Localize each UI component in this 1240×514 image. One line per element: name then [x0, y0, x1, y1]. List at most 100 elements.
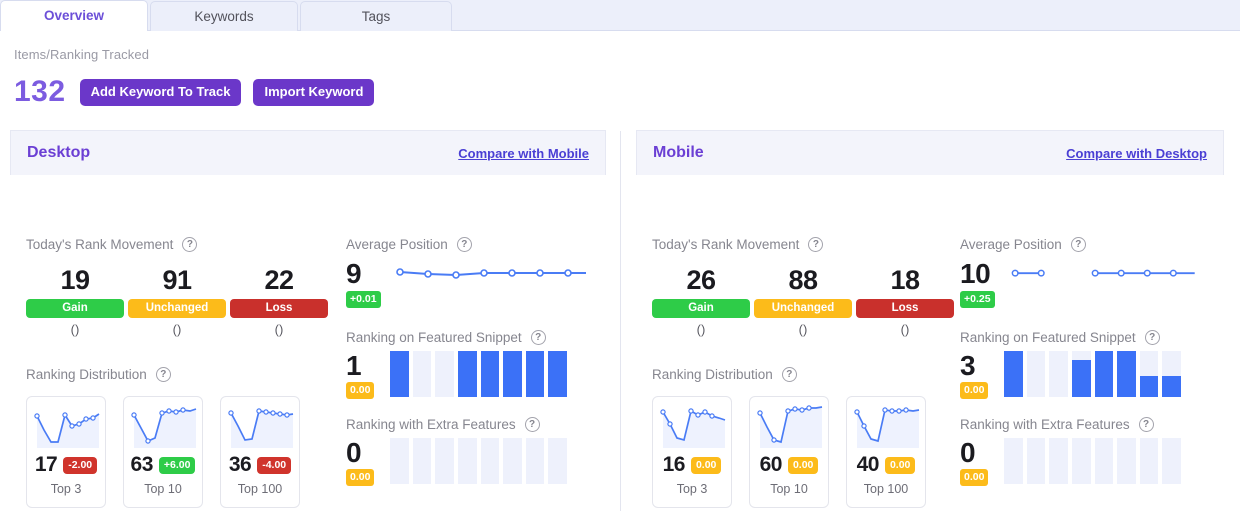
- bar-slot: [503, 351, 522, 397]
- bar-background: [1026, 351, 1046, 397]
- section-title: Average Position: [346, 237, 448, 252]
- rank-movement-value: 91: [162, 265, 192, 295]
- desktop-panel-title: Desktop: [27, 144, 91, 161]
- help-icon[interactable]: ?: [530, 330, 546, 345]
- tab-keywords[interactable]: Keywords: [150, 1, 298, 31]
- bar-slot: [457, 351, 477, 397]
- bar-background: [1049, 438, 1068, 484]
- bar-slot: [1139, 438, 1159, 484]
- rank-movement-gain-cell: 26 Gain (): [652, 266, 750, 337]
- status-badge: Gain: [652, 299, 750, 318]
- import-keyword-button[interactable]: Import Keyword: [253, 78, 375, 106]
- bar-background: [1049, 351, 1068, 397]
- desktop-average-position-row: 9 +0.01: [346, 260, 590, 308]
- extra-features-bar-chart: [1004, 438, 1181, 484]
- items-ranking-tracked-label: Items/Ranking Tracked: [14, 47, 150, 62]
- help-icon[interactable]: ?: [1144, 330, 1160, 345]
- extra-features-value-block: 0 0.00: [960, 438, 1004, 486]
- desktop-extra-features-row: 0 0.00: [346, 438, 590, 486]
- bar-slot: [548, 438, 567, 484]
- rank-movement-sub: (): [900, 322, 910, 337]
- distribution-card-top10[interactable]: 60 0.00 Top 10: [749, 396, 829, 508]
- help-icon[interactable]: ?: [155, 367, 171, 382]
- mobile-featured-snippet-heading: Ranking on Featured Snippet ?: [960, 330, 1204, 345]
- status-badge: Loss: [230, 299, 328, 318]
- bar-slot: [412, 351, 432, 397]
- featured-snippet-bar-chart: [390, 351, 567, 397]
- bar-slot: [1004, 438, 1023, 484]
- bar-background: [1004, 438, 1023, 484]
- desktop-rank-movement-section: Today's Rank Movement ? 19 Gain () 91 Un…: [26, 237, 328, 337]
- help-icon[interactable]: ?: [456, 237, 472, 252]
- rank-movement-value: 19: [60, 265, 90, 295]
- distribution-card-top100[interactable]: 36 -4.00 Top 100: [220, 396, 300, 508]
- distribution-card-top100[interactable]: 40 0.00 Top 100: [846, 396, 926, 508]
- distribution-card-top3[interactable]: 16 0.00 Top 3: [652, 396, 732, 508]
- bar-slot: [525, 351, 545, 397]
- desktop-rank-movement-cells: 19 Gain () 91 Unchanged () 22 Loss (): [26, 266, 328, 337]
- desktop-distribution-cards: 17 -2.00 Top 3 63 +6.00 Top 10 36 -4.00 …: [26, 396, 300, 508]
- bar-slot: [503, 438, 522, 484]
- rank-movement-loss-cell: 22 Loss (): [230, 266, 328, 337]
- distribution-label: Top 100: [863, 482, 909, 496]
- bar-slot: [1049, 438, 1068, 484]
- bar-background: [435, 351, 454, 397]
- tab-tags[interactable]: Tags: [300, 1, 452, 31]
- desktop-right-column: Average Position ? 9 +0.01 Ranking on Fe…: [346, 237, 590, 486]
- bar-background: [1071, 438, 1091, 484]
- compare-with-desktop-link[interactable]: Compare with Desktop: [1066, 146, 1207, 161]
- bar-background: [435, 438, 454, 484]
- help-icon[interactable]: ?: [182, 237, 198, 252]
- bar-slot: [1162, 438, 1181, 484]
- help-icon[interactable]: ?: [808, 237, 824, 252]
- distribution-value-row: 40 0.00: [853, 454, 919, 476]
- bar-slot: [1094, 438, 1114, 484]
- add-keyword-to-track-button[interactable]: Add Keyword To Track: [79, 78, 242, 106]
- section-title: Ranking with Extra Features: [960, 417, 1130, 432]
- mobile-panel-header: Mobile Compare with Desktop: [636, 130, 1224, 175]
- help-icon[interactable]: ?: [1070, 237, 1086, 252]
- bar-fill: [503, 351, 522, 397]
- desktop-ranking-distribution-section: Ranking Distribution ? 17 -2.00 Top 3 63…: [26, 367, 300, 508]
- delta-chip: 0.00: [884, 456, 916, 474]
- desktop-panel-header: Desktop Compare with Mobile: [10, 130, 606, 175]
- delta-chip: 0.00: [346, 469, 375, 486]
- desktop-featured-snippet-section: Ranking on Featured Snippet ? 1 0.00: [346, 330, 590, 399]
- bar-slot: [457, 438, 477, 484]
- compare-with-mobile-link[interactable]: Compare with Mobile: [458, 146, 589, 161]
- help-icon[interactable]: ?: [781, 367, 797, 382]
- distribution-card-top3[interactable]: 17 -2.00 Top 3: [26, 396, 106, 508]
- sparkline-chart: [228, 408, 294, 448]
- bar-fill: [1004, 351, 1023, 397]
- sparkline-chart: [34, 412, 100, 448]
- section-title: Average Position: [960, 237, 1062, 252]
- mobile-panel: Mobile Compare with Desktop Today's Rank…: [636, 130, 1224, 514]
- distribution-value: 63: [130, 453, 154, 476]
- help-icon[interactable]: ?: [1138, 417, 1154, 432]
- delta-chip: -2.00: [63, 456, 98, 474]
- tracked-summary-row: 132 Add Keyword To Track Import Keyword: [14, 76, 375, 108]
- desktop-average-position-heading: Average Position ?: [346, 237, 590, 252]
- help-icon[interactable]: ?: [524, 417, 540, 432]
- distribution-card-top10[interactable]: 63 +6.00 Top 10: [123, 396, 203, 508]
- average-position-value-block: 10 +0.25: [960, 260, 1004, 308]
- bar-slot: [412, 438, 432, 484]
- delta-chip: 0.00: [690, 456, 722, 474]
- status-badge: Loss: [856, 299, 954, 318]
- distribution-label: Top 10: [770, 482, 808, 496]
- mobile-ranking-distribution-heading: Ranking Distribution ?: [652, 367, 926, 382]
- rank-movement-value: 26: [686, 265, 716, 295]
- bar-background: [1026, 438, 1046, 484]
- bar-slot: [1071, 351, 1091, 397]
- sparkline-chart: [131, 407, 197, 448]
- distribution-value: 60: [759, 453, 783, 476]
- distribution-label: Top 10: [144, 482, 182, 496]
- bar-fill: [390, 351, 409, 397]
- extra-features-bar-chart: [390, 438, 567, 484]
- tab-overview[interactable]: Overview: [0, 0, 148, 31]
- bar-fill: [548, 351, 567, 397]
- bar-slot: [1162, 351, 1181, 397]
- rank-movement-sub: (): [274, 322, 284, 337]
- rank-movement-sub: (): [798, 322, 808, 337]
- section-title: Today's Rank Movement: [652, 237, 800, 252]
